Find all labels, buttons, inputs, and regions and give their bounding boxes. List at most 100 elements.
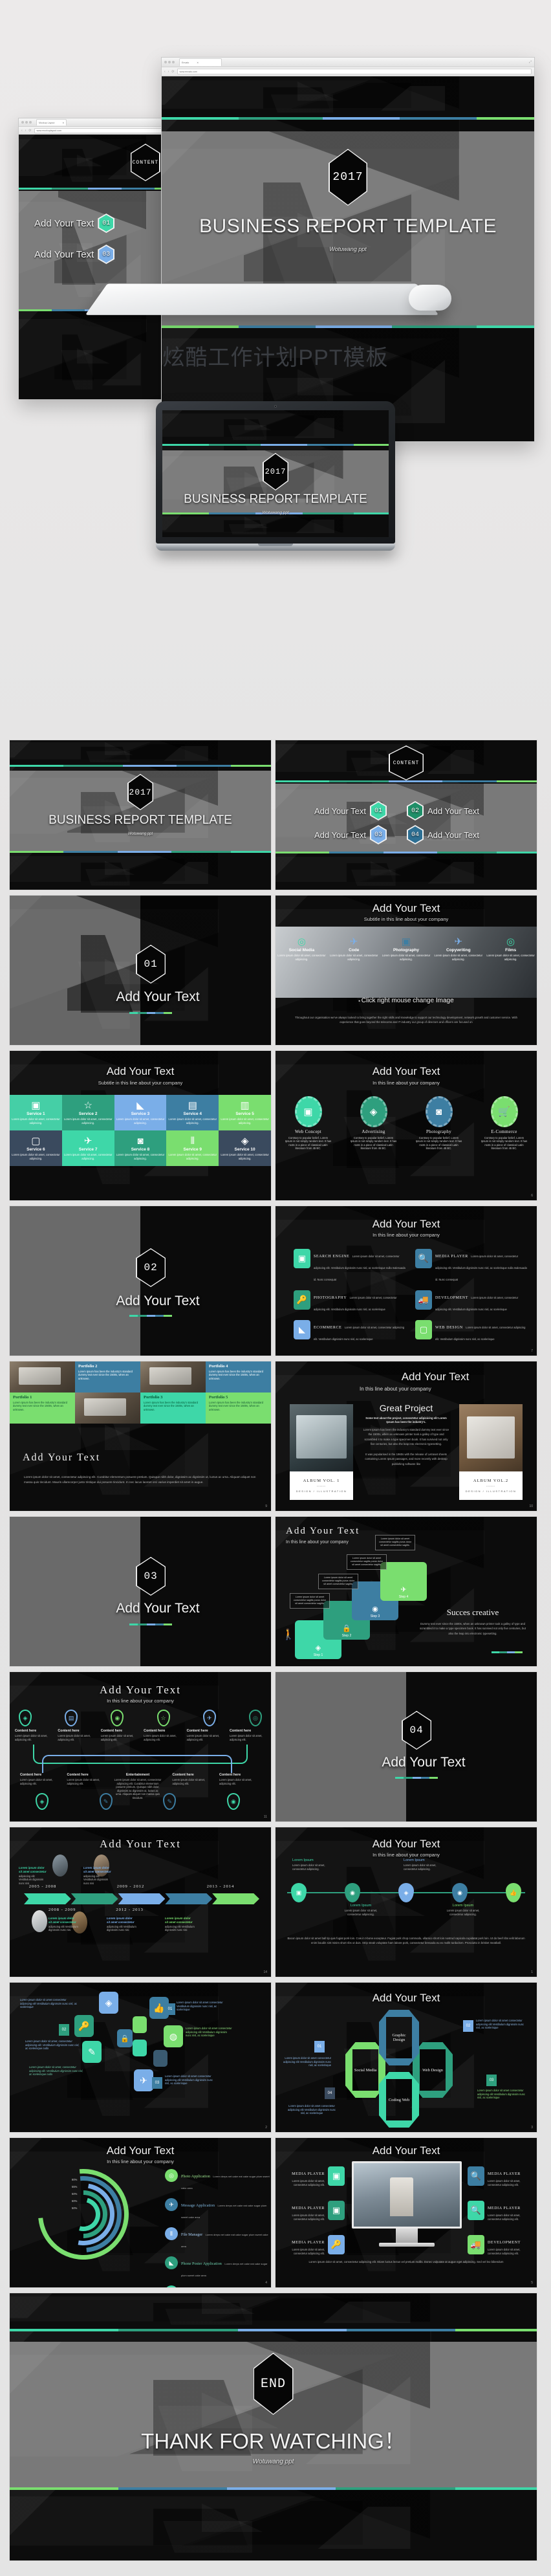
back-slide-item-03[interactable]: Add Your Text 03: [34, 245, 115, 264]
minimize-dot-icon[interactable]: [168, 61, 171, 63]
pipeline-node-icon[interactable]: ✈: [202, 1710, 216, 1726]
feature-item[interactable]: ◣ ECOMMERCE Lorem ipsum dolor sit amet, …: [294, 1320, 406, 1343]
content-item-01[interactable]: Add Your Text 01: [314, 801, 387, 820]
chain-link-graphic-design[interactable]: Graphic Design: [379, 2010, 419, 2065]
pipeline-node-icon[interactable]: ◉: [226, 1793, 240, 1810]
thumb-cover[interactable]: 2017 BUSINESS REPORT TEMPLATE Wotuwang p…: [9, 740, 272, 890]
icon-row-item[interactable]: ◎ Films Lorem ipsum dolor sit amet, cons…: [484, 931, 537, 967]
thumb-monitor[interactable]: Add Your Text ▣ MEDIA PLAYER Lorem ipsum…: [275, 2137, 537, 2288]
thumb-pipeline[interactable]: Add Your Text In this line about your co…: [9, 1671, 272, 1822]
pipeline-node-icon[interactable]: ◉: [111, 1710, 124, 1726]
front-browser-window[interactable]: Envato ✕ ⤢ ‹ › ⟳ www.envato.com 2017 BUS…: [161, 57, 535, 442]
monitor-item[interactable]: 🔑 MEDIA PLAYER Lorem ipsum dolor sit ame…: [282, 2235, 345, 2255]
timeline-chevron[interactable]: [24, 1893, 71, 1904]
close-dot-icon[interactable]: [164, 61, 167, 63]
close-dot-icon[interactable]: [21, 121, 24, 124]
content-item-04[interactable]: 04 Add Your Text: [407, 825, 479, 844]
thumb-circles[interactable]: Add Your Text In this line about your co…: [275, 1050, 537, 1201]
project-album-card-2[interactable]: ALBUM VOL.2 ▪▪▪▪▪▪ DESIGN / ILLUSTRATION: [459, 1471, 523, 1500]
chain-link-coding-web[interactable]: Coding Web: [379, 2072, 419, 2128]
zoom-dot-icon[interactable]: [29, 121, 32, 124]
pipeline-node-icon[interactable]: ◎: [248, 1710, 262, 1726]
front-browser-tab[interactable]: Envato ✕: [179, 58, 222, 66]
zoom-dot-icon[interactable]: [172, 61, 175, 63]
service-tile[interactable]: ⦀ Service 9 Lorem ipsum dolor sit amet, …: [166, 1130, 219, 1166]
stair-step-4[interactable]: ✈ Step 4: [380, 1562, 427, 1601]
monitor-item[interactable]: ▣ MEDIA PLAYER Lorem ipsum dolor sit ame…: [282, 2201, 345, 2221]
pipeline-node-icon[interactable]: ◈: [19, 1710, 32, 1726]
thumb-section-01[interactable]: 01 Add Your Text: [9, 895, 272, 1046]
timeline-chevron[interactable]: [70, 1893, 118, 1904]
front-nav-back-icon[interactable]: ‹: [164, 70, 166, 74]
thumb-section-04[interactable]: 04 Add Your Text: [275, 1671, 537, 1822]
tree-icon-plane[interactable]: ✈: [134, 2069, 153, 2091]
thumb-section-02[interactable]: 02 Add Your Text: [9, 1205, 272, 1356]
timeline-chevron[interactable]: [118, 1893, 166, 1904]
ring-legend-row[interactable]: ☕ Best Application Lorem dreps net cake …: [165, 2285, 271, 2287]
circle-item[interactable]: ◈ Advertising Contrary to popular belief…: [341, 1096, 406, 1150]
minimize-dot-icon[interactable]: [25, 121, 28, 124]
pipeline-node-icon[interactable]: ✎: [163, 1793, 177, 1810]
feature-item[interactable]: ▣ SEARCH ENGINE Lorem ipsum dolor sit am…: [294, 1249, 406, 1284]
portfolio-card[interactable]: Portfolio 5 Lorem Ipsum has been the ind…: [206, 1393, 271, 1424]
tree-icon-pencil[interactable]: ✎: [82, 2041, 102, 2063]
service-tile[interactable]: ▢ Service 6 Lorem ipsum dolor sit amet, …: [10, 1130, 62, 1166]
icon-row-item[interactable]: ◎ Social Media Lorem ipsum dolor sit ame…: [276, 931, 328, 967]
portfolio-card[interactable]: Portfolio 1 Lorem Ipsum has been the ind…: [10, 1393, 75, 1424]
thumb-services[interactable]: Add Your Text Subtitle in this line abou…: [9, 1050, 272, 1201]
process-node-icon[interactable]: ◉: [345, 1883, 360, 1902]
back-nav-forward-icon[interactable]: ›: [25, 129, 27, 133]
thumb-rings[interactable]: Add Your Text In this line about your co…: [9, 2137, 272, 2288]
thumb-process[interactable]: Add Your Text In this line about your co…: [275, 1827, 537, 1977]
front-nav-reload-icon[interactable]: ⟳: [171, 70, 175, 74]
circle-item[interactable]: 🛒 E-Commerce Contrary to popular belief,…: [471, 1096, 537, 1150]
thumb-chain[interactable]: Add Your Text Graphic Design Social Medi…: [275, 1982, 537, 2133]
thumb-tree[interactable]: ◈ 🔑 🔒 ✎ 👍 ◍ ✈ 02 01 03 Lorem ipsum dolor…: [9, 1982, 272, 2133]
feature-item[interactable]: ▢ WEB DESIGN Lorem ipsum dolor sit amet,…: [415, 1320, 528, 1343]
content-item-03[interactable]: Add Your Text 03: [314, 825, 387, 844]
ring-legend-row[interactable]: ⦀ File Manager Lorem dreps net cake eat …: [165, 2227, 271, 2251]
thumb-icon-row[interactable]: Add Your Text Subtitle in this line abou…: [275, 895, 537, 1046]
tree-icon-diamond[interactable]: ◈: [99, 1992, 118, 2014]
feature-item[interactable]: 🔍 MEDIA PLAYER Lorem ipsum dolor sit ame…: [415, 1249, 528, 1284]
service-tile[interactable]: ▥ Service 5 Lorem ipsum dolor sit amet, …: [219, 1095, 271, 1130]
ring-legend-row[interactable]: ✈ Message Application Lorem dreps net ca…: [165, 2198, 271, 2221]
service-tile[interactable]: ✈ Service 7 Lorem ipsum dolor sit amet, …: [61, 1130, 114, 1166]
timeline-chevron[interactable]: [212, 1893, 259, 1904]
ring-legend-row[interactable]: ◎ Photo Application Lorem dreps net cake…: [165, 2169, 271, 2192]
process-node-icon[interactable]: ▣: [291, 1883, 307, 1902]
thumb-timeline[interactable]: Add Your Text Lorem ipsum dolor sit amet…: [9, 1827, 272, 1977]
front-browser-url-input[interactable]: www.envato.com: [177, 69, 532, 74]
tree-icon-lock[interactable]: 🔒: [117, 2029, 133, 2047]
thumb-section-03[interactable]: 03 Add Your Text: [9, 1516, 272, 1667]
pipeline-node-icon[interactable]: ☆: [157, 1710, 170, 1726]
service-tile[interactable]: ☆ Service 2 Lorem ipsum dolor sit amet, …: [61, 1095, 114, 1130]
back-nav-back-icon[interactable]: ‹: [21, 129, 23, 133]
thumb-end[interactable]: END THANK FOR WATCHING！ Wotuwang ppt: [9, 2293, 537, 2561]
monitor-item[interactable]: ▣ MEDIA PLAYER Lorem ipsum dolor sit ame…: [282, 2166, 345, 2186]
icon-row-item[interactable]: ✈ Code Lorem ipsum dolor sit amet, conse…: [328, 931, 380, 967]
service-tile[interactable]: ▤ Service 4 Lorem ipsum dolor sit amet, …: [166, 1095, 219, 1130]
pipeline-node-icon[interactable]: ✎: [99, 1793, 113, 1810]
portfolio-card[interactable]: Portfolio 3 Lorem Ipsum has been the ind…: [140, 1393, 206, 1424]
back-nav-reload-icon[interactable]: ⟳: [28, 129, 32, 133]
circle-item[interactable]: ◙ Photography Contrary to popular belief…: [406, 1096, 471, 1150]
back-slide-item-01[interactable]: Add Your Text 01: [34, 214, 115, 233]
back-browser-tab[interactable]: Mockup Layout ✕: [36, 119, 67, 126]
front-nav-forward-icon[interactable]: ›: [168, 70, 170, 74]
pipeline-node-icon[interactable]: ▤: [65, 1710, 78, 1726]
icon-row-item[interactable]: ✈ Copywriting Lorem ipsum dolor sit amet…: [432, 931, 484, 967]
process-node-icon[interactable]: ◈: [398, 1883, 414, 1902]
feature-item[interactable]: 🚚 DEVELOPMENT Lorem ipsum dolor sit amet…: [415, 1290, 528, 1314]
tree-icon-globe[interactable]: ◍: [164, 2025, 183, 2047]
tree-icon-key[interactable]: 🔑: [74, 2015, 94, 2037]
monitor-item[interactable]: 🔍 MEDIA PLAYER Lorem ipsum dolor sit ame…: [468, 2166, 530, 2186]
circle-item[interactable]: ▣ Web Concept Contrary to popular belief…: [276, 1096, 341, 1150]
back-browser-tab-close-icon[interactable]: ✕: [62, 122, 64, 124]
monitor-item[interactable]: 🚚 DEVELOPMENT Lorem ipsum dolor sit amet…: [468, 2235, 530, 2255]
thumb-stairs[interactable]: Add Your Text In this line about your co…: [275, 1516, 537, 1667]
process-node-icon[interactable]: 👍: [506, 1883, 521, 1902]
thumb-features[interactable]: Add Your Text In this line about your co…: [275, 1205, 537, 1356]
service-tile[interactable]: ◙ Service 8 Lorem ipsum dolor sit amet, …: [114, 1130, 167, 1166]
monitor-item[interactable]: 🔍 MEDIA PLAYER Lorem ipsum dolor sit ame…: [468, 2201, 530, 2221]
